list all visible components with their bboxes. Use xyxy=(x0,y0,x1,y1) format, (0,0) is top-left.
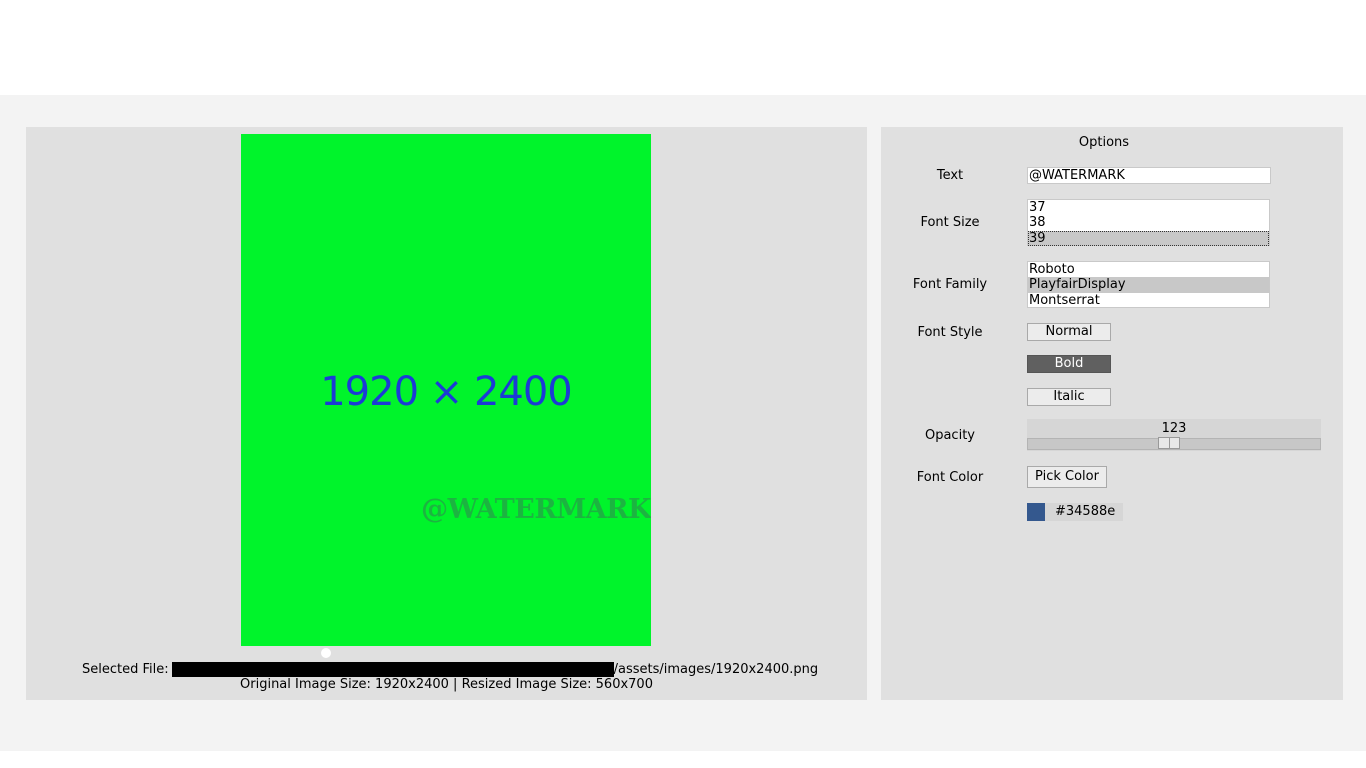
color-swatch xyxy=(1027,503,1045,521)
font-size-listbox[interactable]: 37 38 39 xyxy=(1027,199,1270,247)
opacity-slider[interactable]: 123 xyxy=(1027,419,1321,451)
font-family-label: Font Family xyxy=(912,277,988,292)
resize-handle[interactable] xyxy=(321,648,331,658)
image-preview: 1920 × 2400 @WATERMARK xyxy=(241,134,651,646)
style-normal-button[interactable]: Normal xyxy=(1027,323,1111,341)
list-item[interactable]: 39 xyxy=(1028,230,1269,247)
options-title: Options xyxy=(1078,135,1130,150)
opacity-slider-thumb[interactable] xyxy=(1158,437,1180,449)
selected-file-label: Selected File: xyxy=(82,662,169,677)
watermark-text-input[interactable] xyxy=(1027,167,1271,184)
app-window: 1920 × 2400 @WATERMARK Selected File: /as… xyxy=(0,95,1366,751)
color-hex-value: #34588e xyxy=(1055,504,1116,519)
text-label: Text xyxy=(936,168,964,183)
selected-file-line: Selected File: /assets/images/1920x2400.p… xyxy=(82,662,818,678)
image-size-info: Original Image Size: 1920x2400 | Resized… xyxy=(240,677,653,692)
selected-file-path: /assets/images/1920x2400.png xyxy=(613,662,819,677)
options-panel: Options Text Font Size 373839 Font Famil… xyxy=(881,127,1343,700)
list-item[interactable]: PlayfairDisplay xyxy=(1028,277,1269,293)
watermark-overlay[interactable]: @WATERMARK xyxy=(421,494,651,525)
pick-color-button[interactable]: Pick Color xyxy=(1027,466,1107,488)
style-italic-button[interactable]: Italic xyxy=(1027,388,1111,406)
list-item[interactable]: 38 xyxy=(1028,215,1269,230)
style-bold-button[interactable]: Bold xyxy=(1027,355,1111,373)
list-item[interactable]: 37 xyxy=(1028,200,1269,215)
list-item[interactable]: Montserrat xyxy=(1028,293,1269,308)
preview-panel: 1920 × 2400 @WATERMARK Selected File: /as… xyxy=(26,127,867,700)
color-preview: #34588e xyxy=(1027,503,1124,521)
font-style-label: Font Style xyxy=(917,325,983,340)
font-size-label: Font Size xyxy=(920,215,980,230)
redacted-path xyxy=(171,662,614,677)
font-family-listbox[interactable]: Roboto PlayfairDisplay Montserrat xyxy=(1027,261,1270,308)
font-color-label: Font Color xyxy=(916,470,984,485)
opacity-value: 123 xyxy=(1161,421,1187,436)
preview-dimensions-text: 1920 × 2400 xyxy=(320,369,573,415)
list-item[interactable]: Roboto xyxy=(1028,262,1269,277)
opacity-label: Opacity xyxy=(924,428,975,443)
